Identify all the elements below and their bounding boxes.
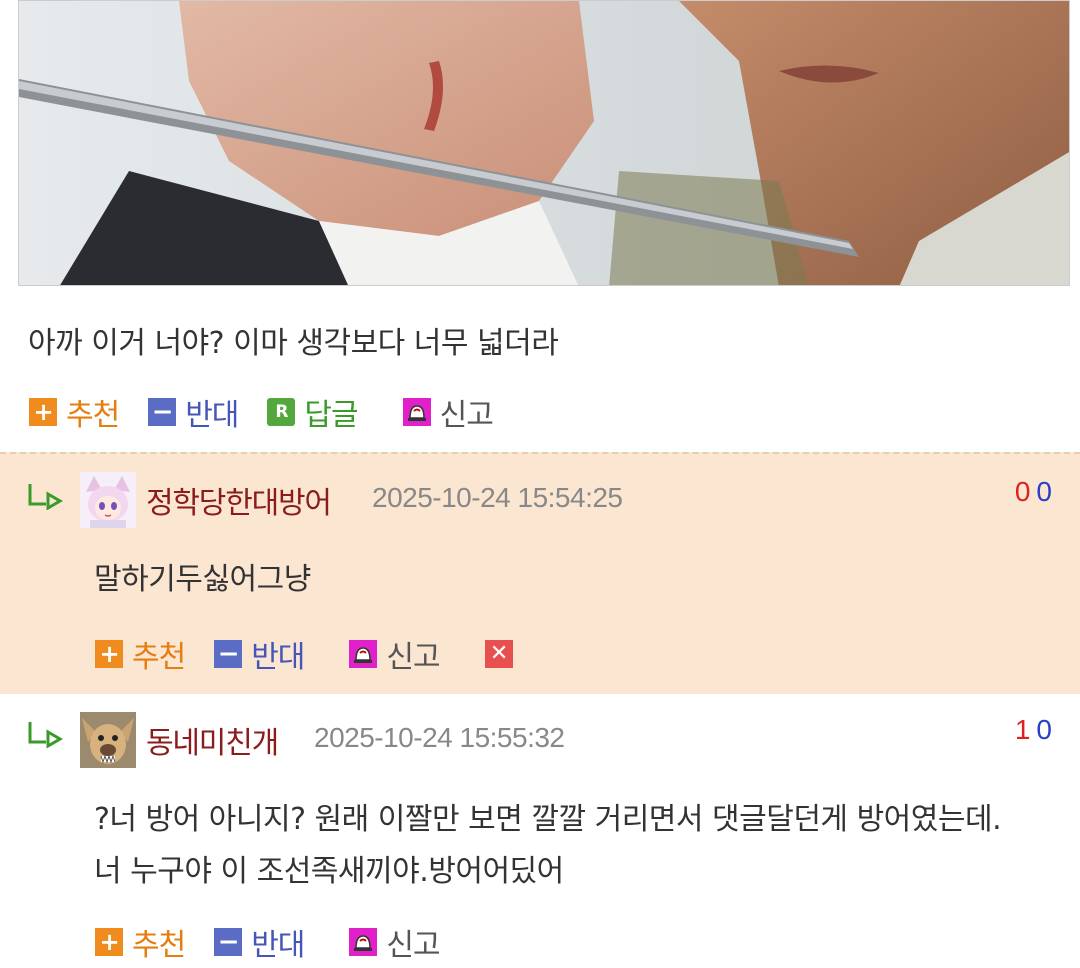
anime-girl-avatar xyxy=(80,472,136,528)
comment-item: 동네미친개 2025-10-24 15:55:32 10 ?너 방어 아니지? … xyxy=(0,694,1080,968)
comment-body-line: 말하기두싫어그냥 xyxy=(94,562,311,597)
comment-item: 정학당한대방어 2025-10-24 15:54:25 00 말하기두싫어그냥 … xyxy=(0,452,1080,694)
report-button[interactable]: 신고 xyxy=(348,632,441,676)
downvote-count: 0 xyxy=(1036,714,1052,745)
comment-nickname[interactable]: 동네미친개 xyxy=(146,718,279,762)
comment-body-line: 너 누구야 이 조선족새끼야.방어어딨어 xyxy=(94,854,564,889)
reply-button[interactable]: R 답글 xyxy=(266,390,359,434)
comment-body-line: ?너 방어 아니지? 원래 이짤만 보면 깔깔 거리면서 댓글달던게 방어였는데… xyxy=(94,802,1002,837)
report-label: 신고 xyxy=(386,640,440,675)
siren-icon xyxy=(402,397,432,427)
comment-date: 2025-10-24 15:54:25 xyxy=(372,482,623,513)
oppose-label: 반대 xyxy=(251,640,305,675)
reply-arrow-icon xyxy=(28,722,63,748)
post-body-text: 아까 이거 너야? 이마 생각보다 너무 넓더라 xyxy=(28,326,559,361)
reply-arrow-icon xyxy=(28,484,63,510)
report-label: 신고 xyxy=(439,398,494,433)
reply-label: 답글 xyxy=(304,398,358,433)
recommend-button[interactable]: + 추천 xyxy=(94,920,186,964)
close-icon: ✕ xyxy=(484,639,514,669)
recommend-button[interactable]: + 추천 xyxy=(28,390,120,434)
minus-icon: − xyxy=(213,927,243,957)
dog-avatar xyxy=(80,712,136,768)
upvote-count: 1 xyxy=(1014,714,1031,745)
recommend-button[interactable]: + 추천 xyxy=(94,632,186,676)
oppose-button[interactable]: − 반대 xyxy=(213,920,305,964)
comment-action-bar: + 추천 − 반대 신고 ✕ xyxy=(94,632,522,676)
avatar[interactable] xyxy=(80,712,136,768)
comment-body: 말하기두싫어그냥 xyxy=(94,554,311,606)
post-action-bar: + 추천 − 반대 R 답글 신고 xyxy=(28,390,494,434)
post-image[interactable] xyxy=(18,0,1070,286)
upvote-count: 0 xyxy=(1014,476,1031,507)
report-button[interactable]: 신고 xyxy=(402,390,494,434)
avatar[interactable] xyxy=(80,472,136,528)
report-button[interactable]: 신고 xyxy=(348,920,441,964)
siren-icon xyxy=(348,927,378,957)
comment-body: ?너 방어 아니지? 원래 이짤만 보면 깔깔 거리면서 댓글달던게 방어였는데… xyxy=(94,794,1002,898)
recommend-label: 추천 xyxy=(66,398,120,433)
oppose-label: 반대 xyxy=(185,398,239,433)
recommend-label: 추천 xyxy=(132,640,186,675)
comment-vote-counts: 10 xyxy=(1015,714,1052,746)
plus-icon: + xyxy=(28,397,58,427)
oppose-button[interactable]: − 반대 xyxy=(147,390,239,434)
plus-icon: + xyxy=(94,639,124,669)
reply-r-icon: R xyxy=(266,397,296,427)
comment-nickname[interactable]: 정학당한대방어 xyxy=(146,478,332,522)
plus-icon: + xyxy=(94,927,124,957)
comment-date: 2025-10-24 15:55:32 xyxy=(314,722,565,753)
oppose-label: 반대 xyxy=(251,928,305,963)
recommend-label: 추천 xyxy=(132,928,186,963)
delete-button[interactable]: ✕ xyxy=(484,639,522,669)
minus-icon: − xyxy=(147,397,177,427)
comment-vote-counts: 00 xyxy=(1015,476,1052,508)
report-label: 신고 xyxy=(386,928,440,963)
minus-icon: − xyxy=(213,639,243,669)
siren-icon xyxy=(348,639,378,669)
comment-action-bar: + 추천 − 반대 신고 xyxy=(94,920,441,964)
oppose-button[interactable]: − 반대 xyxy=(213,632,305,676)
downvote-count: 0 xyxy=(1036,476,1052,507)
